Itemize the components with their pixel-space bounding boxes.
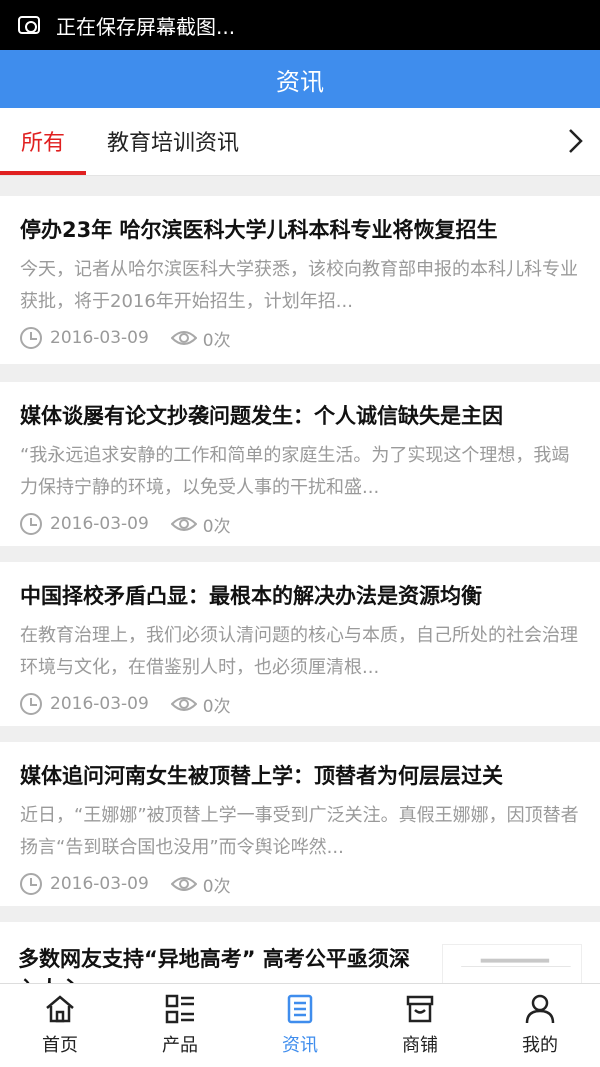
nav-news[interactable]: 资讯 — [240, 984, 360, 1067]
article-date: 2016-03-09 — [50, 514, 149, 534]
tab-all-label: 所有 — [20, 131, 65, 156]
eye-icon — [170, 517, 197, 531]
tab-education-label: 教育培训资讯 — [107, 131, 240, 156]
news-icon — [287, 994, 313, 1024]
article-date: 2016-03-09 — [50, 694, 149, 714]
article-summary: 在教育治理上，我们必须认清问题的核心与本质，自己所处的社会治理环境与文化，在借鉴… — [20, 625, 578, 678]
eye-icon — [170, 331, 197, 345]
article-title: 多数网友支持“异地高考” 高考公平亟须深入人心 — [18, 947, 410, 983]
page-title: 资讯 — [276, 67, 324, 96]
article-card[interactable]: 媒体谈屡有论文抄袭问题发生：个人诚信缺失是主因 “我永远追求安静的工作和简单的家… — [0, 382, 600, 546]
header-bar: 资讯 — [0, 50, 600, 108]
article-summary: “我永远追求安静的工作和简单的家庭生活。为了实现这个理想，我竭力保持宁静的环境，… — [20, 445, 570, 498]
category-tab-bar: 所有 教育培训资讯 — [0, 108, 600, 176]
tab-all[interactable]: 所有 — [0, 108, 86, 175]
nav-home[interactable]: 首页 — [0, 984, 120, 1067]
article-meta: 2016-03-09 0次 — [20, 690, 231, 718]
article-meta: 2016-03-09 0次 — [20, 510, 231, 538]
status-text: 正在保存屏幕截图... — [56, 14, 236, 39]
article-views: 0次 — [202, 876, 231, 897]
nav-store-label: 商铺 — [402, 1035, 438, 1056]
nav-profile-label: 我的 — [522, 1035, 558, 1056]
store-icon — [406, 995, 434, 1023]
article-card[interactable]: 停办23年 哈尔滨医科大学儿科本科专业将恢复招生 今天，记者从哈尔滨医科大学获悉… — [0, 196, 600, 364]
user-icon — [525, 994, 555, 1024]
nav-profile[interactable]: 我的 — [480, 984, 600, 1067]
nav-home-label: 首页 — [42, 1035, 78, 1056]
nav-news-label: 资讯 — [282, 1035, 318, 1056]
article-card[interactable]: 多数网友支持“异地高考” 高考公平亟须深入人心 — [0, 922, 600, 983]
tab-education-training[interactable]: 教育培训资讯 — [107, 108, 239, 174]
article-card[interactable]: 媒体追问河南女生被顶替上学：顶替者为何层层过关 近日，“王娜娜”被顶替上学一事受… — [0, 742, 600, 906]
article-title: 中国择校矛盾凸显：最根本的解决办法是资源均衡 — [20, 584, 482, 608]
article-date: 2016-03-09 — [50, 874, 149, 894]
nav-products[interactable]: 产品 — [120, 984, 240, 1067]
article-thumbnail — [442, 944, 582, 983]
article-views: 0次 — [202, 330, 231, 351]
article-views: 0次 — [202, 516, 231, 537]
status-bar: 正在保存屏幕截图... — [0, 0, 600, 50]
article-title: 媒体追问河南女生被顶替上学：顶替者为何层层过关 — [20, 764, 503, 788]
article-card[interactable]: 中国择校矛盾凸显：最根本的解决办法是资源均衡 在教育治理上，我们必须认清问题的核… — [0, 562, 600, 726]
screenshot-icon — [18, 16, 40, 34]
article-summary: 近日，“王娜娜”被顶替上学一事受到广泛关注。真假王娜娜，因顶替者扬言“告到联合国… — [20, 805, 579, 858]
chevron-right-icon[interactable] — [564, 126, 586, 156]
article-views: 0次 — [202, 696, 231, 717]
nav-store[interactable]: 商铺 — [360, 984, 480, 1067]
article-meta: 2016-03-09 0次 — [20, 324, 231, 352]
article-date: 2016-03-09 — [50, 328, 149, 348]
nav-products-label: 产品 — [162, 1035, 198, 1056]
article-list: 停办23年 哈尔滨医科大学儿科本科专业将恢复招生 今天，记者从哈尔滨医科大学获悉… — [0, 176, 600, 983]
bottom-navigation: 首页 产品 资讯 商铺 我的 — [0, 983, 600, 1067]
clock-icon — [20, 873, 42, 895]
clock-icon — [20, 513, 42, 535]
article-meta: 2016-03-09 0次 — [20, 870, 231, 898]
article-title: 停办23年 哈尔滨医科大学儿科本科专业将恢复招生 — [20, 218, 498, 242]
eye-icon — [170, 697, 197, 711]
eye-icon — [170, 877, 197, 891]
article-title: 媒体谈屡有论文抄袭问题发生：个人诚信缺失是主因 — [20, 404, 503, 428]
clock-icon — [20, 693, 42, 715]
grid-list-icon — [165, 994, 194, 1024]
clock-icon — [20, 327, 42, 349]
article-summary: 今天，记者从哈尔滨医科大学获悉，该校向教育部申报的本科儿科专业获批，将于2016… — [20, 259, 578, 312]
home-icon — [46, 995, 74, 1023]
